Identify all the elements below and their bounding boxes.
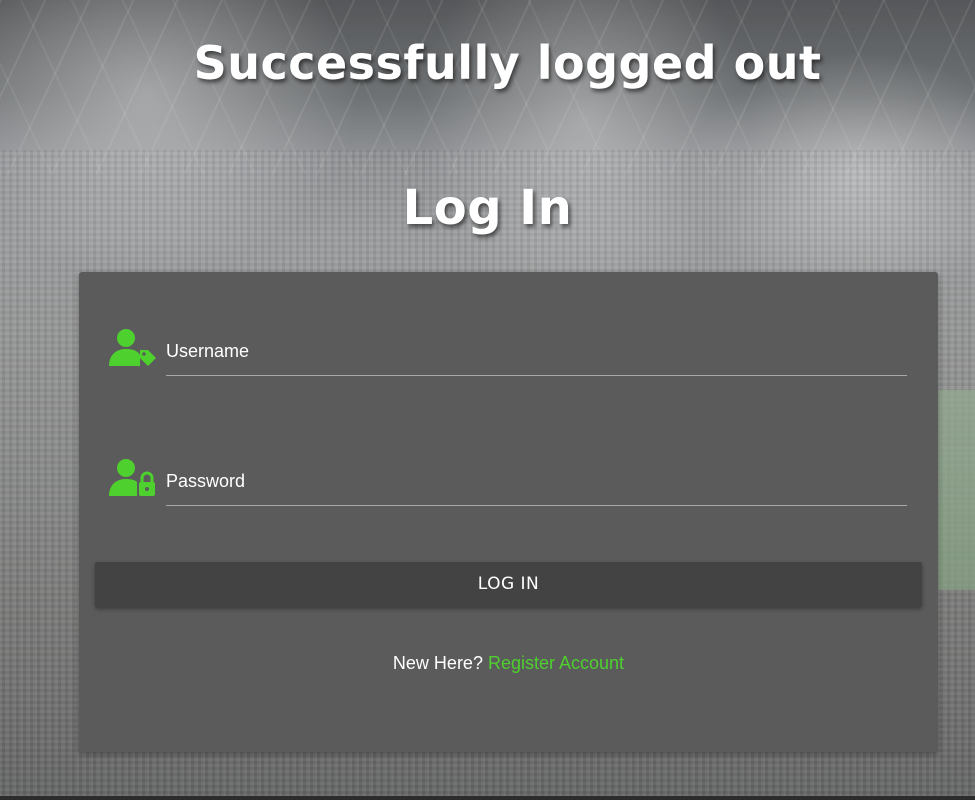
page-title: Log In [402, 180, 573, 236]
password-field [109, 450, 907, 510]
username-input[interactable] [166, 328, 907, 376]
register-prompt-text: New Here? [392, 653, 483, 673]
login-button[interactable]: LOG IN [95, 562, 922, 607]
password-input[interactable] [166, 458, 907, 506]
user-lock-icon [109, 458, 157, 498]
logout-message: Successfully logged out [193, 36, 822, 90]
login-card: LOG IN New Here? Register Account [79, 272, 938, 752]
bottom-bar [0, 796, 975, 800]
user-tag-icon [109, 328, 157, 368]
username-field [109, 320, 907, 380]
register-account-link[interactable]: Register Account [488, 653, 624, 673]
register-prompt-line: New Here? Register Account [79, 653, 938, 674]
